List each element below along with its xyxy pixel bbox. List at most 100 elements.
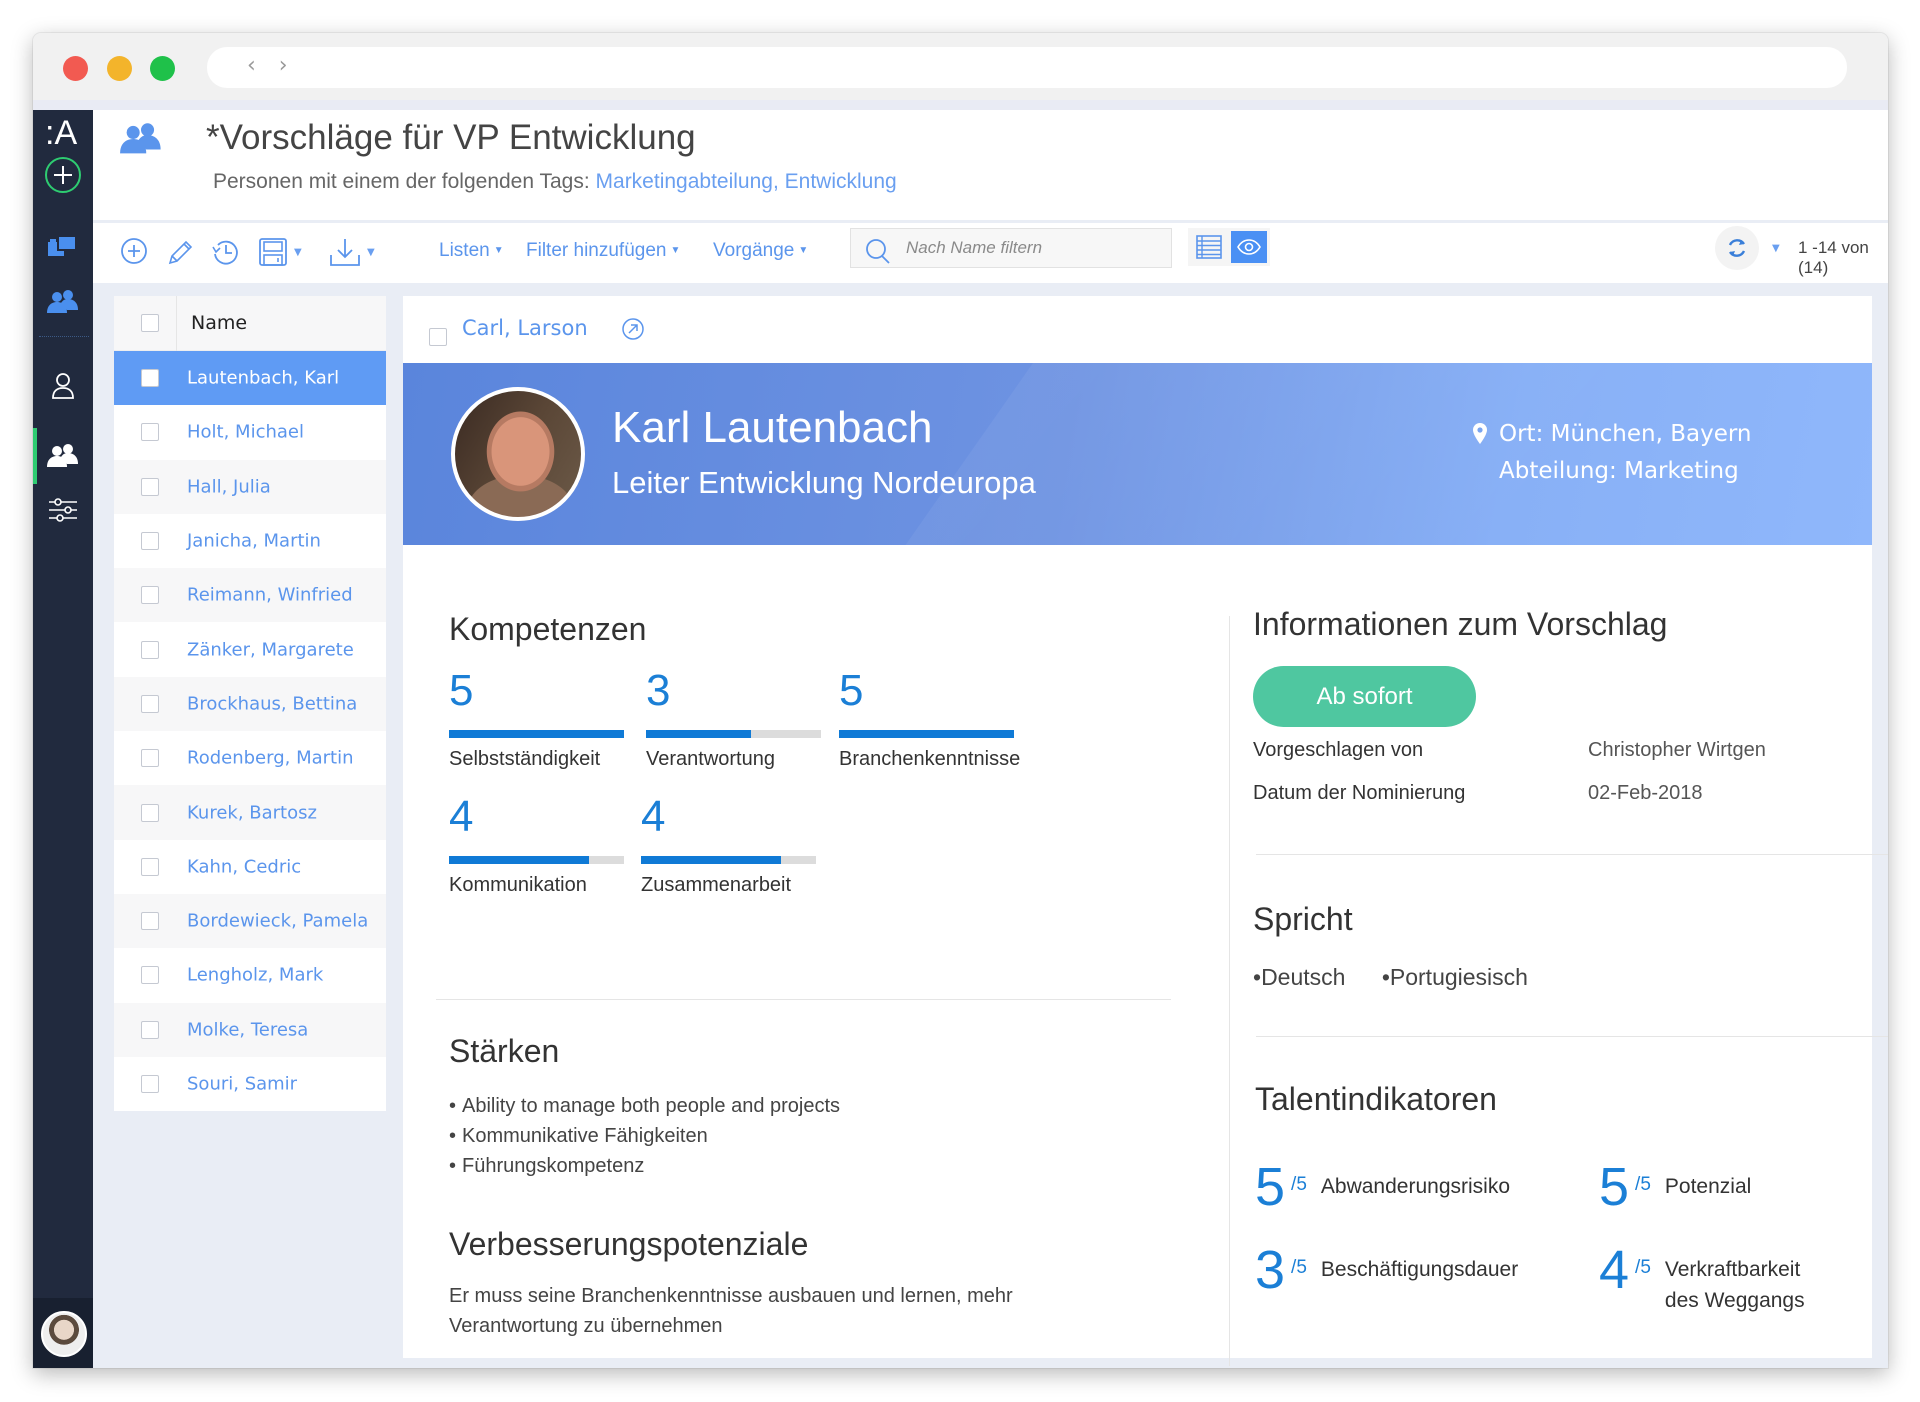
person-name-link[interactable]: Lengholz, Mark [187, 965, 323, 986]
person-name-link[interactable]: Kurek, Bartosz [187, 802, 317, 823]
list-item[interactable]: Molke, Teresa [114, 1002, 386, 1057]
user-avatar[interactable] [41, 1311, 87, 1357]
list-item[interactable]: Bordewieck, Pamela [114, 893, 386, 949]
person-name-link[interactable]: Molke, Teresa [187, 1019, 308, 1040]
talent-indicator: 3 /5 Beschäftigungsdauer [1255, 1243, 1518, 1297]
row-checkbox[interactable] [141, 640, 159, 659]
row-checkbox[interactable] [141, 1020, 159, 1039]
list-item[interactable]: Brockhaus, Bettina [114, 676, 386, 732]
list-view-icon[interactable] [1196, 235, 1222, 259]
proposed-by-value: Christopher Wirtgen [1588, 739, 1766, 761]
person-name-link[interactable]: Janicha, Martin [187, 531, 321, 552]
person-name-link[interactable]: Zänker, Margarete [187, 639, 354, 660]
sidebar-add-button[interactable] [33, 155, 93, 195]
proposed-by-label: Vorgeschlagen von [1253, 739, 1424, 761]
list-item[interactable]: Souri, Samir [114, 1056, 386, 1112]
name-filter-input[interactable] [906, 229, 1166, 267]
talent-scale: /5 [1635, 1257, 1651, 1278]
caret-down-icon[interactable]: ▼ [294, 247, 302, 258]
competency-label: Verantwortung [646, 748, 775, 770]
competency-bar-fill [641, 856, 781, 864]
person-name-link[interactable]: Brockhaus, Bettina [187, 693, 357, 714]
save-button[interactable]: ▼ [258, 237, 302, 267]
row-checkbox[interactable] [141, 532, 159, 551]
nav-arrows-icon[interactable]: ‹ › [247, 53, 296, 78]
top-strip [33, 100, 1888, 110]
row-checkbox[interactable] [141, 857, 159, 876]
person-name-link[interactable]: Rodenberg, Martin [187, 748, 354, 769]
menu-actions[interactable]: Vorgänge ▼ [713, 240, 808, 262]
talent-indicator: 4 /5 Verkraftbarkeit des Weggangs [1599, 1243, 1835, 1316]
list-item[interactable]: Lengholz, Mark [114, 948, 386, 1003]
improvements-title: Verbesserungspotenziale [449, 1226, 809, 1262]
list-item[interactable]: Holt, Michael [114, 405, 386, 460]
person-name-link[interactable]: Hall, Julia [187, 476, 271, 497]
minimize-window-button[interactable] [107, 56, 132, 81]
list-item[interactable]: Reimann, Winfried [114, 568, 386, 623]
menu-lists[interactable]: Listen ▼ [439, 240, 504, 262]
status-badge[interactable]: Ab sofort [1253, 666, 1476, 727]
sidebar-item-folders[interactable] [33, 226, 93, 266]
competency-value: 5 [449, 666, 474, 715]
app-logo: :A [45, 114, 78, 152]
person-name-link[interactable]: Lautenbach, Karl [187, 368, 339, 389]
list-item[interactable]: Rodenberg, Martin [114, 731, 386, 786]
sidebar-item-settings[interactable] [33, 490, 93, 530]
competency-bar-fill [449, 730, 624, 738]
row-checkbox[interactable] [141, 586, 159, 605]
download-button[interactable]: ▼ [329, 237, 375, 267]
row-checkbox[interactable] [141, 477, 159, 496]
detail-checkbox[interactable] [429, 328, 447, 346]
list-item[interactable]: Kahn, Cedric [114, 839, 386, 894]
address-bar[interactable]: ‹ › [207, 47, 1847, 88]
profile-location: Ort: München, Bayern [1499, 421, 1752, 447]
row-checkbox[interactable] [141, 1075, 159, 1093]
person-name-link[interactable]: Holt, Michael [187, 422, 304, 443]
strength-item: Ability to manage both people and projec… [449, 1091, 840, 1121]
row-checkbox[interactable] [141, 369, 159, 388]
row-checkbox[interactable] [141, 966, 159, 985]
external-link-icon[interactable] [621, 317, 645, 341]
person-name-link[interactable]: Souri, Samir [187, 1074, 297, 1095]
maximize-window-button[interactable] [150, 56, 175, 81]
row-checkbox[interactable] [141, 803, 159, 822]
profile-department: Abteilung: Marketing [1499, 458, 1739, 484]
list-item[interactable]: Janicha, Martin [114, 513, 386, 569]
row-checkbox[interactable] [141, 694, 159, 713]
person-name-link[interactable]: Kahn, Cedric [187, 856, 301, 877]
add-button[interactable] [120, 237, 148, 265]
list-item[interactable]: Zänker, Margarete [114, 622, 386, 677]
list-item[interactable]: Lautenbach, Karl [114, 351, 386, 406]
sidebar-item-person[interactable] [33, 366, 93, 406]
history-button[interactable] [210, 237, 240, 267]
person-name-link[interactable]: Reimann, Winfried [187, 585, 353, 606]
related-person-link[interactable]: Carl, Larson [462, 316, 588, 340]
edit-button[interactable] [166, 237, 194, 267]
caret-down-icon[interactable]: ▼ [1772, 243, 1780, 254]
column-divider [1229, 616, 1230, 1366]
competency-item: 4 Kommunikation [449, 792, 649, 897]
caret-down-icon[interactable]: ▼ [367, 247, 375, 258]
person-name-link[interactable]: Bordewieck, Pamela [187, 911, 368, 932]
select-all-checkbox[interactable] [141, 314, 159, 332]
sidebar-item-people[interactable] [33, 436, 93, 476]
column-header-name[interactable]: Name [191, 312, 247, 334]
menu-add-filter[interactable]: Filter hinzufügen ▼ [526, 240, 680, 262]
row-checkbox[interactable] [141, 423, 159, 442]
row-checkbox[interactable] [141, 749, 159, 768]
view-toggle [1188, 228, 1270, 266]
caret-down-icon: ▼ [670, 245, 681, 257]
subtitle-tags-link[interactable]: Marketingabteilung, Entwicklung [596, 170, 897, 193]
close-window-button[interactable] [63, 56, 88, 81]
refresh-button[interactable] [1715, 226, 1759, 270]
nomination-date-label: Datum der Nominierung [1253, 782, 1466, 804]
talent-value: 3 [1255, 1240, 1286, 1300]
competency-bar-fill [839, 730, 1014, 738]
sidebar-item-groups[interactable] [33, 282, 93, 322]
detail-view-button[interactable] [1231, 231, 1267, 263]
competency-bar [646, 730, 821, 738]
language-item: Deutsch [1253, 964, 1345, 990]
row-checkbox[interactable] [141, 912, 159, 931]
list-item[interactable]: Kurek, Bartosz [114, 785, 386, 840]
list-item[interactable]: Hall, Julia [114, 459, 386, 514]
